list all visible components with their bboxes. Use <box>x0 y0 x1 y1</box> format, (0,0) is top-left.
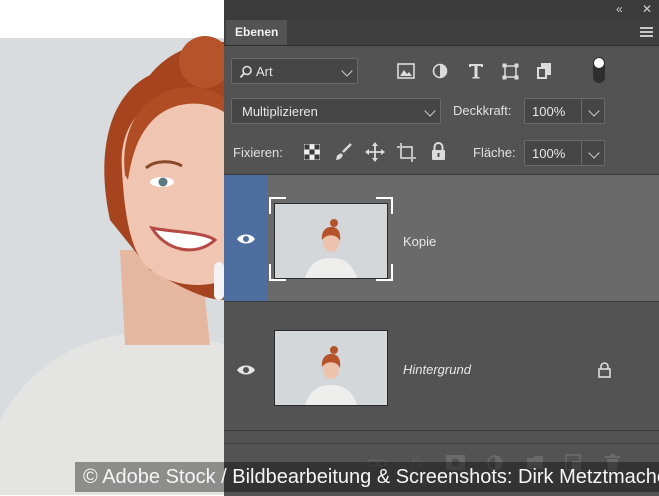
layer-thumbnail <box>274 330 388 406</box>
panel-tab-bar: Ebenen <box>224 20 659 46</box>
opacity-label: Deckkraft: <box>453 103 512 118</box>
close-panel-button[interactable]: ✕ <box>642 2 652 16</box>
layer-row-hintergrund[interactable]: Hintergrund <box>224 302 659 430</box>
shape-filter-icon[interactable] <box>502 63 519 80</box>
fill-value: 100% <box>532 146 566 161</box>
woman-portrait-image <box>0 36 224 495</box>
background-photo <box>0 0 224 495</box>
search-icon <box>239 65 252 79</box>
filter-toggle-icon[interactable] <box>593 57 605 83</box>
copyright-credit: © Adobe Stock / Bildbearbeitung & Screen… <box>75 462 659 492</box>
blend-mode-dropdown[interactable]: Multiplizieren <box>231 98 441 124</box>
fill-field[interactable]: 100% <box>524 140 605 166</box>
fill-label: Fläche: <box>473 145 516 160</box>
blend-mode-value: Multiplizieren <box>242 104 318 119</box>
type-filter-icon[interactable] <box>468 63 484 79</box>
filter-kind-value: Art <box>256 64 273 79</box>
lock-image-pixels-icon[interactable] <box>335 143 353 161</box>
filter-kind-dropdown[interactable]: Art <box>231 58 358 84</box>
collapse-panel-button[interactable]: « <box>616 2 623 16</box>
panel-title-strip: « ✕ <box>224 0 659 20</box>
thumbnail-selection-corners <box>269 197 393 281</box>
layer-name[interactable]: Hintergrund <box>403 362 471 378</box>
lock-position-icon[interactable] <box>365 142 385 162</box>
lock-all-icon[interactable] <box>431 142 446 161</box>
visibility-toggle[interactable] <box>224 175 267 301</box>
layer-lock-icon <box>598 362 611 378</box>
smart-object-filter-icon[interactable] <box>536 62 552 80</box>
panel-menu-icon[interactable] <box>640 27 653 37</box>
layer-name[interactable]: Kopie <box>403 234 436 250</box>
tab-layers[interactable]: Ebenen <box>226 20 288 45</box>
adjustment-filter-icon[interactable] <box>432 63 448 79</box>
opacity-value: 100% <box>532 104 566 119</box>
layer-row-kopie[interactable]: Kopie <box>224 175 659 301</box>
eye-icon[interactable] <box>236 364 256 376</box>
opacity-field[interactable]: 100% <box>524 98 605 124</box>
lock-artboard-icon[interactable] <box>397 143 416 162</box>
lock-transparent-pixels-icon[interactable] <box>304 144 320 160</box>
lock-label: Fixieren: <box>233 145 283 160</box>
divider <box>224 430 659 431</box>
image-filter-icon[interactable] <box>397 63 415 79</box>
visibility-toggle[interactable] <box>224 302 267 430</box>
eye-icon[interactable] <box>236 233 256 245</box>
woman-thumbnail-image <box>275 331 387 405</box>
layers-panel: « ✕ Ebenen Art Multiplizieren Deckkraft:… <box>224 0 659 496</box>
